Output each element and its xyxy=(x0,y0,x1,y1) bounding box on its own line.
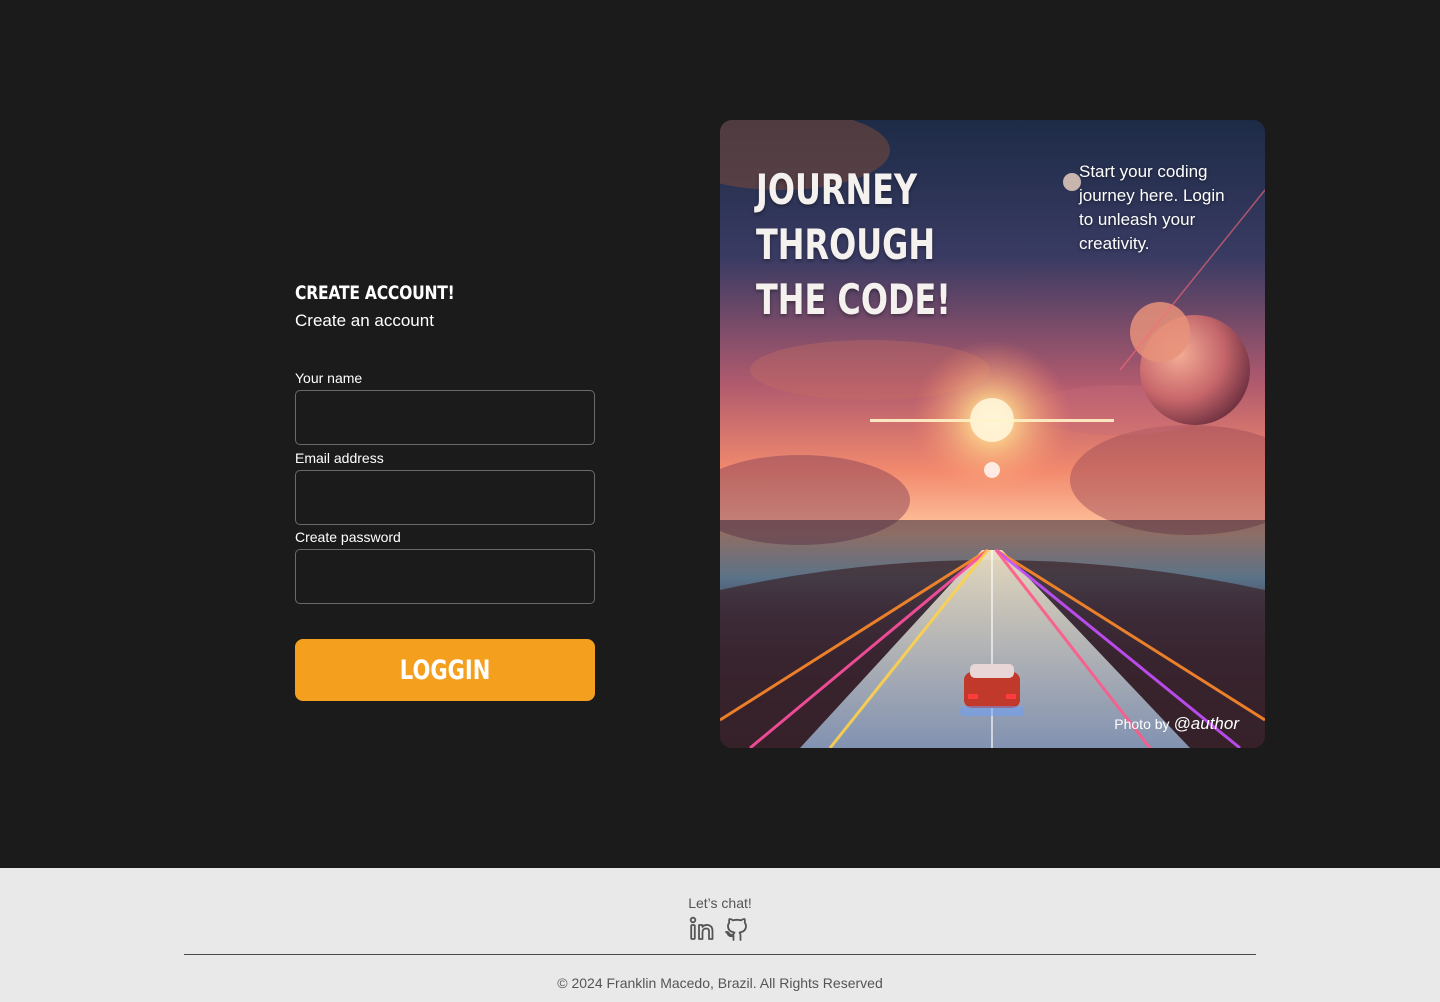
github-icon[interactable] xyxy=(724,916,750,942)
email-field-group: Email address xyxy=(295,450,595,525)
photo-credit: Photo by @author xyxy=(1114,714,1239,734)
main-section: CREATE ACCOUNT! Create an account Your n… xyxy=(0,0,1440,868)
linkedin-icon[interactable] xyxy=(689,916,715,942)
photo-credit-author-link[interactable]: @author xyxy=(1174,714,1239,733)
social-links xyxy=(689,916,750,942)
hero-image-card: JOURNEY THROUGH THE CODE! Start your cod… xyxy=(720,120,1265,748)
login-button[interactable]: LOGGIN xyxy=(295,639,595,701)
form-subtitle: Create an account xyxy=(295,311,434,330)
footer: Let’s chat! © 2024 Franklin Macedo, Braz… xyxy=(0,868,1440,1002)
name-label: Your name xyxy=(295,370,363,386)
photo-credit-prefix: Photo by xyxy=(1114,716,1170,732)
email-input[interactable] xyxy=(295,470,595,525)
create-account-form: CREATE ACCOUNT! Create an account Your n… xyxy=(295,280,595,701)
hero-title-line-2: THROUGH xyxy=(756,220,936,269)
name-input[interactable] xyxy=(295,390,595,445)
password-field-group: Create password xyxy=(295,529,595,604)
copyright-text: © 2024 Franklin Macedo, Brazil. All Righ… xyxy=(557,975,883,991)
hero-title-line-3: THE CODE! xyxy=(756,275,951,324)
login-button-label: LOGGIN xyxy=(399,654,491,686)
hero-title-line-1: JOURNEY xyxy=(756,165,918,214)
password-input[interactable] xyxy=(295,549,595,604)
email-label: Email address xyxy=(295,450,384,466)
footer-divider xyxy=(184,954,1256,955)
name-field-group: Your name xyxy=(295,370,595,445)
chat-label: Let’s chat! xyxy=(688,895,752,911)
hero-title: JOURNEY THROUGH THE CODE! xyxy=(756,162,951,327)
hero-tagline: Start your coding journey here. Login to… xyxy=(1079,162,1225,253)
password-label: Create password xyxy=(295,529,401,545)
form-title: CREATE ACCOUNT! xyxy=(295,282,455,304)
